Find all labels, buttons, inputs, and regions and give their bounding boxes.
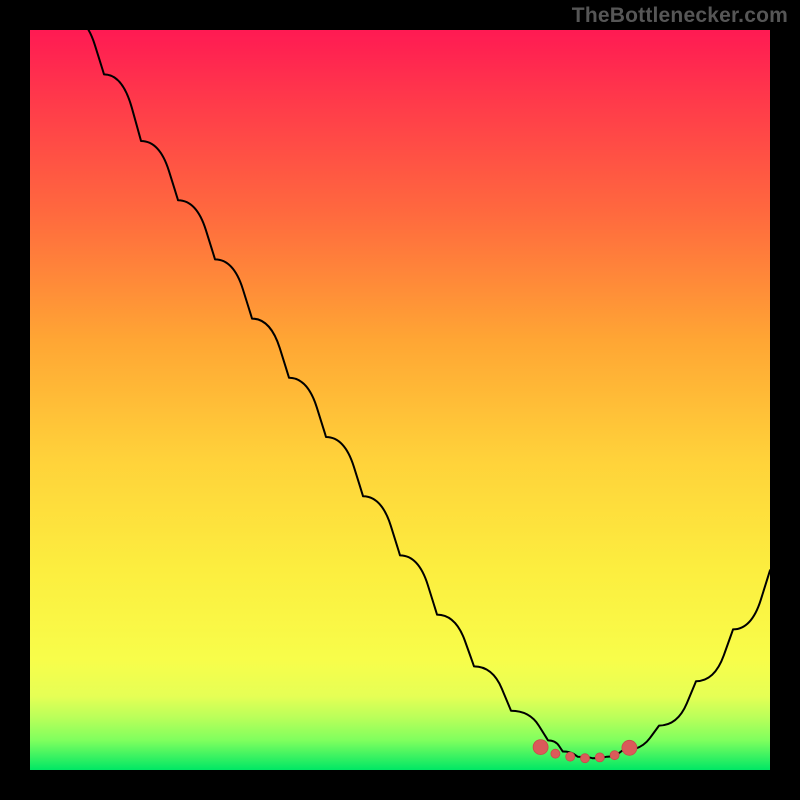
optimal-marker — [533, 740, 548, 755]
optimal-marker — [581, 754, 590, 763]
optimal-marker — [595, 753, 604, 762]
optimal-marker — [566, 752, 575, 761]
chart-svg — [30, 30, 770, 770]
optimal-marker — [622, 740, 637, 755]
chart-frame: TheBottlenecker.com — [0, 0, 800, 800]
optimal-marker — [610, 751, 619, 760]
plot-area — [30, 30, 770, 770]
bottleneck-curve — [67, 30, 770, 758]
attribution-label: TheBottlenecker.com — [572, 4, 788, 28]
optimal-marker — [551, 749, 560, 758]
